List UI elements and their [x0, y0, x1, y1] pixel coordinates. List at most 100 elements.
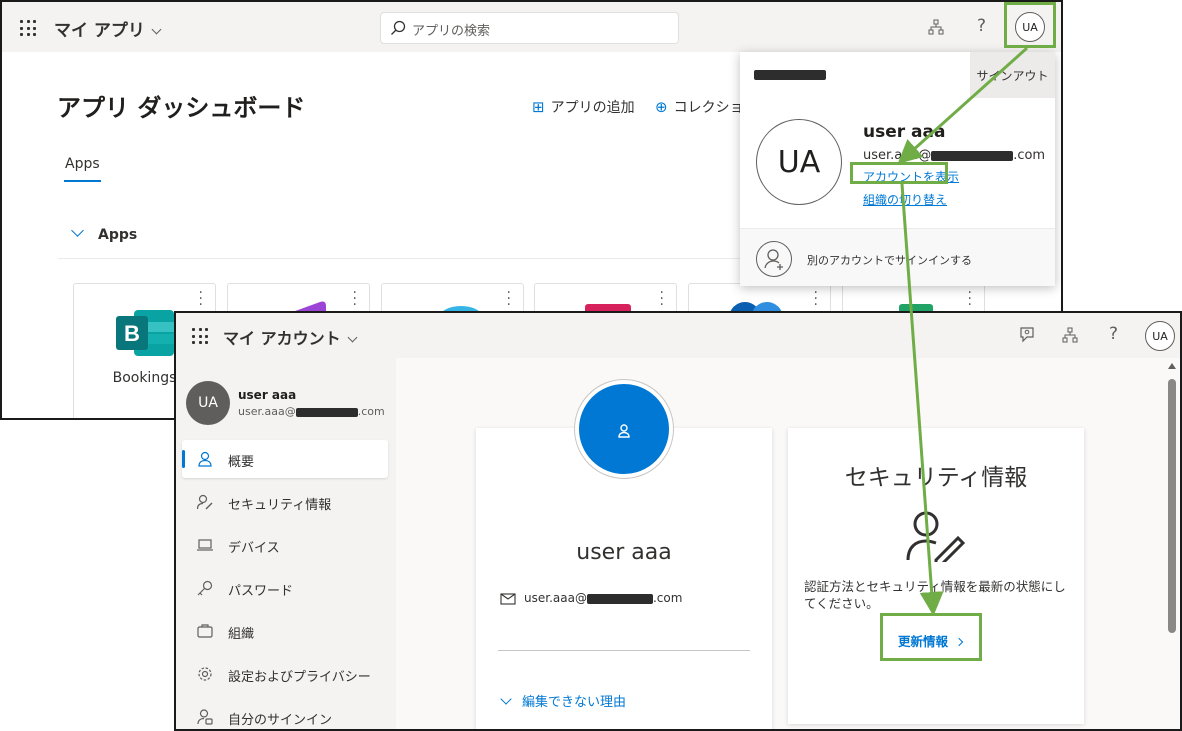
account-avatar-button[interactable]: UA: [1145, 321, 1175, 351]
app-launcher-icon[interactable]: [20, 20, 36, 36]
email-prefix: user.aaa@: [238, 405, 296, 418]
more-options-icon[interactable]: · · ·: [660, 286, 664, 312]
apps-section-toggle[interactable]: Apps: [71, 224, 137, 243]
main-content: user aaa user.aaa@ .com 編集できない理由 セキュリティ情報…: [396, 358, 1180, 729]
tab-apps[interactable]: Apps: [64, 156, 101, 182]
other-account-signin-button[interactable]: 別のアカウントでサインインする: [740, 228, 1055, 286]
sidebar-item-organizations[interactable]: 組織: [182, 612, 388, 650]
security-info-card: セキュリティ情報 認証方法とセキュリティ情報を最新の状態にしてください。 更新情…: [788, 428, 1084, 724]
add-app-button[interactable]: ⊞ アプリの追加: [532, 97, 635, 117]
more-options-icon[interactable]: · · ·: [353, 286, 357, 312]
email-prefix: user.aaa@: [524, 591, 587, 605]
sidebar-item-password[interactable]: パスワード: [182, 569, 388, 607]
view-account-link[interactable]: アカウントを表示: [863, 168, 959, 185]
user-email: user.aaa@ .com: [500, 591, 682, 605]
bookings-icon: B: [116, 310, 174, 356]
switch-organization-link[interactable]: 組織の切り替え: [863, 191, 947, 208]
key-icon: [197, 580, 213, 596]
user-email: user.aaa@ .com: [863, 148, 1045, 163]
account-menu-popover: サインアウト UA user aaa user.aaa@ .com アカウントを表…: [740, 52, 1055, 286]
sidebar-item-devices[interactable]: デバイス: [182, 526, 388, 564]
more-options-icon[interactable]: · · ·: [968, 286, 972, 312]
user-email: user.aaa@ .com: [238, 405, 385, 418]
my-account-window: マイ アカウント ? UA UA user aaa user.aaa@ .com …: [174, 311, 1182, 731]
sidebar-item-security-info[interactable]: セキュリティ情報: [182, 483, 388, 521]
email-suffix: .com: [1013, 148, 1046, 163]
chevron-down-icon: [347, 332, 358, 343]
sidebar-item-label: デバイス: [228, 541, 280, 556]
search-placeholder: アプリの検索: [412, 24, 491, 39]
help-icon[interactable]: ?: [1109, 324, 1118, 344]
laptop-icon: [197, 539, 213, 551]
app-launcher-icon[interactable]: [192, 328, 208, 344]
chevron-down-icon: [500, 693, 512, 705]
add-person-icon: [756, 241, 792, 277]
sidebar-item-label: 概要: [228, 455, 255, 470]
add-circle-icon: ⊕: [655, 98, 668, 116]
add-app-icon: ⊞: [532, 98, 545, 116]
chevron-down-icon: [71, 224, 84, 237]
app-title: マイ アカウント: [223, 329, 341, 348]
chevron-right-icon: [954, 637, 964, 647]
my-apps-topbar: マイ アプリ アプリの検索 ? UA: [2, 2, 1061, 52]
profile-photo[interactable]: [575, 380, 673, 478]
avatar: UA: [756, 119, 842, 205]
more-options-icon[interactable]: · · ·: [507, 286, 511, 312]
more-options-icon[interactable]: · · ·: [199, 286, 203, 312]
why-cant-edit-toggle[interactable]: 編集できない理由: [500, 691, 626, 710]
sidebar-item-label: 組織: [228, 627, 255, 642]
sidebar-item-my-signins[interactable]: 自分のサインイン: [182, 698, 388, 729]
redacted-domain: [586, 593, 653, 604]
app-title: マイ アプリ: [54, 21, 145, 41]
search-icon: [391, 20, 406, 35]
mail-icon: [500, 593, 516, 605]
sidebar: UA user aaa user.aaa@ .com 概要 セキュリティ情報 デバ…: [176, 358, 396, 729]
user-name: user aaa: [863, 122, 946, 142]
divider: [498, 650, 750, 651]
my-apps-title-button[interactable]: マイ アプリ: [54, 16, 162, 41]
redacted-org-name: [754, 70, 826, 80]
sign-out-button[interactable]: サインアウト: [970, 52, 1055, 98]
security-card-title: セキュリティ情報: [844, 465, 1028, 491]
person-icon: [198, 451, 212, 467]
vertical-scrollbar[interactable]: [1168, 361, 1176, 729]
sidebar-item-label: セキュリティ情報: [228, 498, 332, 513]
help-icon[interactable]: ?: [977, 16, 986, 36]
sidebar-item-label: 設定およびプライバシー: [228, 670, 371, 685]
redacted-domain: [931, 150, 1014, 161]
update-info-label: 更新情報: [898, 634, 949, 649]
security-info-icon: [906, 511, 966, 562]
user-name: user aaa: [238, 388, 297, 402]
user-name: user aaa: [576, 540, 672, 565]
scrollbar-thumb[interactable]: [1168, 379, 1176, 633]
security-card-description: 認証方法とセキュリティ情報を最新の状態にしてください。: [804, 579, 1066, 611]
create-collection-button[interactable]: ⊕ コレクショ: [655, 97, 744, 117]
person-icon: [618, 424, 630, 438]
feedback-icon[interactable]: [1018, 326, 1036, 344]
scroll-up-arrow-icon[interactable]: [1168, 363, 1176, 369]
my-account-topbar: マイ アカウント ? UA: [176, 313, 1180, 358]
email-suffix: .com: [652, 591, 683, 605]
sidebar-item-label: 自分のサインイン: [228, 713, 333, 728]
gear-icon: [198, 667, 212, 681]
briefcase-icon: [197, 624, 213, 638]
org-chart-icon[interactable]: [1062, 327, 1078, 343]
sidebar-item-label: パスワード: [228, 584, 294, 599]
update-info-link[interactable]: 更新情報: [898, 631, 964, 650]
chevron-down-icon: [151, 24, 162, 35]
redacted-domain: [295, 407, 358, 417]
my-account-title-button[interactable]: マイ アカウント: [223, 325, 358, 349]
divider: [58, 258, 758, 259]
sidebar-item-overview[interactable]: 概要: [182, 440, 388, 478]
org-chart-icon[interactable]: [928, 19, 944, 35]
account-avatar-button[interactable]: UA: [1015, 12, 1045, 42]
more-options-icon[interactable]: · · ·: [814, 286, 818, 312]
add-app-label: アプリの追加: [550, 100, 635, 116]
signin-icon: [197, 709, 213, 725]
avatar: UA: [186, 381, 230, 425]
app-search-input[interactable]: アプリの検索: [380, 12, 679, 44]
svg-text:B: B: [124, 321, 140, 346]
other-account-label: 別のアカウントでサインインする: [807, 254, 972, 267]
security-info-icon: [196, 494, 213, 510]
sidebar-item-settings-privacy[interactable]: 設定およびプライバシー: [182, 655, 388, 693]
